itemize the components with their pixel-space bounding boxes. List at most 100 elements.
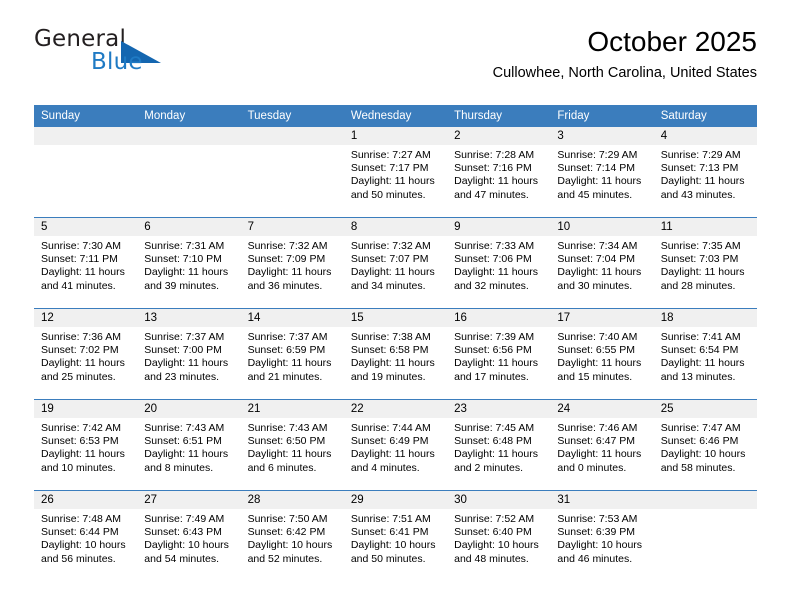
daylight-text-line2: and 34 minutes. [350,279,426,292]
day-cell[interactable]: 2 Sunrise: 7:28 AM Sunset: 7:16 PM Daylight… [447,127,551,217]
day-details: Sunrise: 7:41 AM Sunset: 6:54 PM Daylight:… [654,327,757,384]
day-number: 28 [240,491,344,509]
calendar-page: General Blue October 2025 Cullowhee, Nor… [0,0,792,612]
daylight-text-line2: and 13 minutes. [660,370,736,383]
daylight-text-line2: and 6 minutes. [247,461,317,474]
week-row: 1 Sunrise: 7:27 AM Sunset: 7:17 PM Daylight… [34,127,757,217]
day-details: Sunrise: 7:47 AM Sunset: 6:46 PM Daylight:… [654,418,757,475]
day-number: 8 [343,218,448,236]
brand-logo[interactable]: General Blue [34,28,164,80]
day-cell[interactable]: 15 Sunrise: 7:38 AM Sunset: 6:58 PM Dayligh… [343,309,448,399]
calendar-grid: Sunday Monday Tuesday Wednesday Thursday Frid… [34,105,757,581]
sunset-text: Sunset: 6:49 PM [350,435,429,448]
daylight-text-line1: Daylight: 11 hours [350,266,435,279]
sunrise-text: Sunrise: 7:43 AM [247,422,328,434]
daylight-text-line2: and 39 minutes. [144,279,219,292]
day-cell[interactable]: 28 Sunrise: 7:50 AM Sunset: 6:42 PM Dayligh… [240,491,344,581]
day-cell[interactable]: 8 Sunrise: 7:32 AM Sunset: 7:07 PM Daylight… [343,218,448,308]
day-number: 30 [447,491,551,509]
daylight-text-line1: Daylight: 11 hours [660,357,745,370]
daylight-text-line2: and 50 minutes. [350,188,426,201]
daylight-text-line2: and 32 minutes. [454,279,529,292]
day-cell[interactable]: 17 Sunrise: 7:40 AM Sunset: 6:55 PM Dayligh… [550,309,654,399]
sunrise-text: Sunrise: 7:46 AM [557,422,638,434]
day-cell[interactable]: 21 Sunrise: 7:43 AM Sunset: 6:50 PM Dayligh… [240,400,344,490]
day-cell[interactable]: 23 Sunrise: 7:45 AM Sunset: 6:48 PM Dayligh… [447,400,551,490]
day-details: Sunrise: 7:49 AM Sunset: 6:43 PM Daylight:… [137,509,240,566]
day-number: 11 [653,218,757,236]
daylight-text-line2: and 8 minutes. [144,461,214,474]
sunset-text: Sunset: 6:53 PM [41,435,119,448]
sunset-text: Sunset: 7:09 PM [247,253,326,266]
page-header: General Blue October 2025 Cullowhee, Nor… [34,26,757,98]
day-cell[interactable]: 10 Sunrise: 7:34 AM Sunset: 7:04 PM Dayligh… [550,218,654,308]
weekday-header-friday: Friday [557,110,590,122]
sunset-text: Sunset: 6:47 PM [557,435,636,448]
week-row: 19 Sunrise: 7:42 AM Sunset: 6:53 PM Dayligh… [34,399,757,490]
sunrise-text: Sunrise: 7:29 AM [660,149,741,161]
day-number: 26 [34,491,138,509]
day-cell[interactable]: 29 Sunrise: 7:51 AM Sunset: 6:41 PM Dayligh… [343,491,448,581]
daylight-text-line2: and 0 minutes. [557,461,627,474]
sunset-text: Sunset: 6:54 PM [660,344,739,357]
day-details: Sunrise: 7:37 AM Sunset: 7:00 PM Daylight:… [137,327,240,384]
day-cell[interactable]: 31 Sunrise: 7:53 AM Sunset: 6:39 PM Dayligh… [550,491,654,581]
day-details: Sunrise: 7:31 AM Sunset: 7:10 PM Daylight:… [137,236,240,293]
daylight-text-line1: Daylight: 10 hours [660,448,746,461]
day-number: 13 [137,309,241,327]
day-cell[interactable]: 30 Sunrise: 7:52 AM Sunset: 6:40 PM Dayligh… [447,491,551,581]
weekday-header-tuesday: Tuesday [247,110,292,122]
sunrise-text: Sunrise: 7:40 AM [557,331,638,343]
day-cell[interactable]: 26 Sunrise: 7:48 AM Sunset: 6:44 PM Dayligh… [34,491,138,581]
day-cell[interactable]: 27 Sunrise: 7:49 AM Sunset: 6:43 PM Dayligh… [137,491,241,581]
weekday-header-monday: Monday [144,110,186,122]
day-details: Sunrise: 7:53 AM Sunset: 6:39 PM Daylight:… [550,509,653,566]
day-cell[interactable]: 1 Sunrise: 7:27 AM Sunset: 7:17 PM Daylight… [343,127,448,217]
daylight-text-line2: and 19 minutes. [350,370,426,383]
day-number: 3 [550,127,654,145]
week-row: 26 Sunrise: 7:48 AM Sunset: 6:44 PM Dayligh… [34,490,757,581]
weekday-header-sunday: Sunday [41,110,81,122]
daylight-text-line1: Daylight: 11 hours [660,175,745,188]
sunset-text: Sunset: 7:10 PM [144,253,222,266]
weeks-container: 1 Sunrise: 7:27 AM Sunset: 7:17 PM Daylight… [34,127,757,581]
day-cell[interactable]: 12 Sunrise: 7:36 AM Sunset: 7:02 PM Dayligh… [34,309,138,399]
day-cell[interactable]: 18 Sunrise: 7:41 AM Sunset: 6:54 PM Dayligh… [653,309,757,399]
day-cell[interactable]: 20 Sunrise: 7:43 AM Sunset: 6:51 PM Dayligh… [137,400,241,490]
day-cell[interactable]: 13 Sunrise: 7:37 AM Sunset: 7:00 PM Dayligh… [137,309,241,399]
day-cell[interactable]: 6 Sunrise: 7:31 AM Sunset: 7:10 PM Daylight… [137,218,241,308]
day-cell-empty [137,127,241,217]
day-cell[interactable]: 4 Sunrise: 7:29 AM Sunset: 7:13 PM Daylight… [653,127,757,217]
day-cell[interactable]: 25 Sunrise: 7:47 AM Sunset: 6:46 PM Dayligh… [653,400,757,490]
day-cell[interactable]: 11 Sunrise: 7:35 AM Sunset: 7:03 PM Dayligh… [653,218,757,308]
sunset-text: Sunset: 7:07 PM [350,253,429,266]
day-number [34,127,138,145]
daylight-text-line1: Daylight: 10 hours [454,539,539,552]
day-number: 6 [137,218,241,236]
sunset-text: Sunset: 7:03 PM [660,253,739,266]
day-details: Sunrise: 7:52 AM Sunset: 6:40 PM Daylight:… [447,509,550,566]
day-cell[interactable]: 19 Sunrise: 7:42 AM Sunset: 6:53 PM Dayligh… [34,400,138,490]
day-details: Sunrise: 7:32 AM Sunset: 7:09 PM Daylight:… [241,236,344,293]
daylight-text-line1: Daylight: 11 hours [144,357,229,370]
daylight-text-line2: and 56 minutes. [41,552,116,565]
day-cell[interactable]: 7 Sunrise: 7:32 AM Sunset: 7:09 PM Daylight… [240,218,344,308]
brand-name-general: General [34,26,127,52]
day-cell[interactable]: 24 Sunrise: 7:46 AM Sunset: 6:47 PM Dayligh… [550,400,654,490]
day-cell[interactable]: 22 Sunrise: 7:44 AM Sunset: 6:49 PM Dayligh… [343,400,448,490]
daylight-text-line2: and 43 minutes. [660,188,736,201]
day-cell[interactable]: 16 Sunrise: 7:39 AM Sunset: 6:56 PM Dayligh… [447,309,551,399]
sunrise-text: Sunrise: 7:51 AM [350,513,431,525]
day-cell[interactable]: 3 Sunrise: 7:29 AM Sunset: 7:14 PM Daylight… [550,127,654,217]
day-cell[interactable]: 5 Sunrise: 7:30 AM Sunset: 7:11 PM Daylight… [34,218,138,308]
day-number: 24 [550,400,654,418]
day-details: Sunrise: 7:46 AM Sunset: 6:47 PM Daylight:… [550,418,653,475]
week-row: 12 Sunrise: 7:36 AM Sunset: 7:02 PM Dayligh… [34,308,757,399]
day-cell[interactable]: 9 Sunrise: 7:33 AM Sunset: 7:06 PM Daylight… [447,218,551,308]
day-cell[interactable]: 14 Sunrise: 7:37 AM Sunset: 6:59 PM Dayligh… [240,309,344,399]
daylight-text-line1: Daylight: 11 hours [454,448,538,461]
day-details: Sunrise: 7:50 AM Sunset: 6:42 PM Daylight:… [241,509,344,566]
sunrise-text: Sunrise: 7:33 AM [454,240,535,252]
day-details: Sunrise: 7:28 AM Sunset: 7:16 PM Daylight:… [447,145,550,202]
day-details: Sunrise: 7:33 AM Sunset: 7:06 PM Daylight:… [447,236,550,293]
